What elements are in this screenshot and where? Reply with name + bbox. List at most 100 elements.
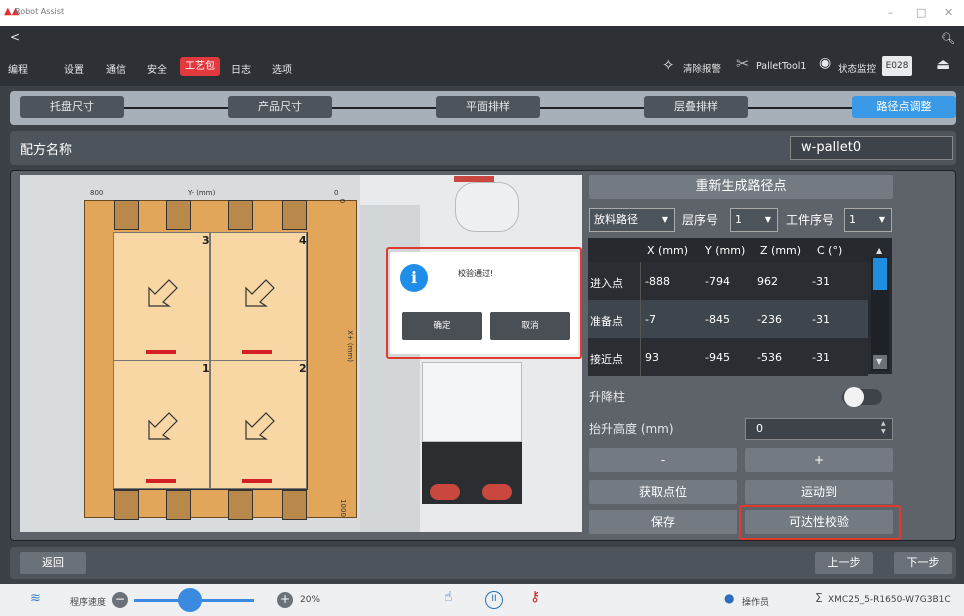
speed-increase-button[interactable]: +: [277, 592, 293, 608]
recipe-name-label: 配方名称: [20, 143, 73, 158]
menu-item-programming[interactable]: 编程: [8, 61, 28, 76]
slot-marker: [242, 479, 272, 483]
dialog-ok-button[interactable]: 确定: [402, 312, 482, 340]
table-header-y: Y (mm): [705, 244, 746, 257]
get-point-button[interactable]: 获取点位: [589, 480, 737, 504]
layer-label: 层序号: [682, 213, 719, 227]
row-c: -31: [812, 351, 830, 364]
menu-item-settings[interactable]: 设置: [64, 61, 84, 76]
pallet-slat: [166, 200, 191, 230]
slot-marker: [146, 479, 176, 483]
regenerate-path-button[interactable]: 重新生成路径点: [589, 175, 893, 199]
table-header-x: X (mm): [647, 244, 689, 257]
row-z: 962: [757, 275, 778, 288]
clear-alarm-button[interactable]: 清除报警: [683, 61, 721, 75]
workpiece-value: 1: [849, 213, 856, 226]
path-type-value: 放料路径: [594, 213, 638, 226]
scroll-down-icon: ▼: [876, 357, 883, 366]
operator-label: 操作员: [742, 598, 770, 608]
lift-height-label: 抬升高度 (mm): [589, 422, 674, 436]
layer-value: 1: [735, 213, 742, 226]
status-monitor-icon: ◉: [819, 55, 832, 71]
save-button[interactable]: 保存: [589, 510, 737, 534]
tool-icon: ✂: [736, 54, 750, 73]
scrollbar-thumb[interactable]: [873, 258, 887, 290]
status-monitor-button[interactable]: 状态监控: [838, 61, 876, 75]
dialog-cancel-button[interactable]: 取消: [490, 312, 570, 340]
increase-button[interactable]: +: [745, 448, 893, 472]
row-name: 进入点: [590, 277, 623, 290]
window-title: Robot Assist: [15, 7, 65, 16]
chevron-down-icon: ▼: [661, 215, 668, 224]
search-icon[interactable]: 🔍︎: [941, 32, 955, 45]
y-axis-max-label: 800: [90, 189, 104, 197]
maximize-button[interactable]: □: [916, 6, 926, 19]
pallet-slat: [114, 200, 139, 230]
table-header-c: C (°): [817, 244, 843, 257]
teach-pendant-icon[interactable]: ⏏: [936, 55, 950, 73]
layer-select[interactable]: 1 ▼: [730, 208, 778, 232]
minimize-button[interactable]: –: [888, 6, 894, 19]
user-icon: ●: [724, 591, 735, 605]
path-type-select[interactable]: 放料路径 ▼: [589, 208, 675, 232]
toggle-knob[interactable]: [844, 387, 864, 407]
robot-button-red: [430, 484, 460, 500]
error-code-badge[interactable]: E028: [882, 56, 912, 76]
robot-button-red: [482, 484, 512, 500]
table-header-z: Z (mm): [760, 244, 802, 257]
scroll-up-icon[interactable]: ▲: [876, 246, 882, 255]
row-c: -31: [812, 275, 830, 288]
workpiece-select[interactable]: 1 ▼: [844, 208, 892, 232]
speed-label: 程序速度: [70, 598, 107, 608]
brake-icon[interactable]: ⚷: [530, 589, 540, 605]
menu-item-log[interactable]: 日志: [231, 61, 251, 76]
step-plane-layout[interactable]: 平面排样: [436, 96, 540, 118]
device-icon: Σ: [815, 591, 823, 605]
next-step-button[interactable]: 下一步: [894, 552, 952, 574]
speed-value: 20%: [300, 595, 321, 605]
menu-item-process-package[interactable]: 工艺包: [180, 57, 220, 76]
move-to-button[interactable]: 运动到: [745, 480, 893, 504]
back-arrow-button[interactable]: <: [10, 30, 20, 44]
close-button[interactable]: ✕: [944, 6, 953, 19]
scroll-down-button[interactable]: ▼: [873, 355, 887, 369]
slot-marker: [242, 350, 272, 354]
row-y: -845: [705, 313, 730, 326]
clear-alarm-icon[interactable]: ✧: [662, 56, 675, 74]
step-stack-layout[interactable]: 层叠排样: [644, 96, 748, 118]
tool-selector[interactable]: PalletTool1: [756, 61, 806, 72]
menu-item-safety[interactable]: 安全: [147, 61, 167, 76]
row-y: -945: [705, 351, 730, 364]
row-x: -888: [645, 275, 670, 288]
table-divider: [640, 262, 641, 376]
hand-icon[interactable]: ☝: [444, 589, 453, 605]
info-icon: i: [400, 264, 428, 292]
slot-number: 1: [202, 362, 210, 375]
lift-height-input[interactable]: 0: [745, 418, 893, 440]
menu-item-options[interactable]: 选项: [272, 61, 292, 76]
step-connector: [110, 107, 240, 109]
workpiece-label: 工件序号: [786, 213, 835, 227]
slot-number: 2: [299, 362, 307, 375]
step-product-size[interactable]: 产品尺寸: [228, 96, 332, 118]
back-button[interactable]: 返回: [20, 552, 86, 574]
step-path-adjust[interactable]: 路径点调整: [852, 96, 956, 118]
spinner-icon[interactable]: ▲ ▼: [881, 420, 886, 436]
speed-slider-knob[interactable]: [178, 588, 202, 612]
step-connector: [740, 107, 870, 109]
step-pallet-size[interactable]: 托盘尺寸: [20, 96, 124, 118]
row-x: -7: [645, 313, 656, 326]
pallet-slat: [114, 490, 139, 520]
decrease-button[interactable]: -: [589, 448, 737, 472]
menu-item-communication[interactable]: 通信: [106, 61, 126, 76]
chevron-down-icon: ▼: [764, 215, 771, 224]
row-z: -236: [757, 313, 782, 326]
device-name: XMC25_5-R1650-W7G3B1C: [828, 595, 951, 605]
speed-decrease-button[interactable]: −: [112, 592, 128, 608]
prev-step-button[interactable]: 上一步: [815, 552, 873, 574]
pause-icon[interactable]: II: [485, 591, 503, 609]
recipe-name-field[interactable]: w-pallet0: [790, 136, 953, 160]
y-axis-min-label: 0: [334, 189, 339, 197]
row-z: -536: [757, 351, 782, 364]
chevron-down-icon: ▼: [878, 215, 885, 224]
